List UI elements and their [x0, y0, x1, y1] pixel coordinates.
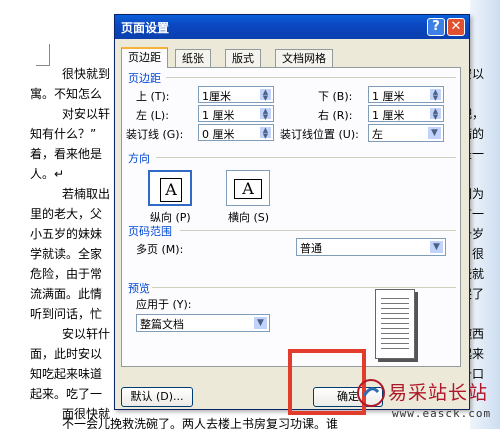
landscape-label[interactable]: 横向 (S) — [228, 209, 269, 225]
spin-arrows-icon[interactable]: ▲ ▼ — [429, 88, 442, 102]
close-icon: ✕ — [450, 19, 462, 34]
left-margin-label: 左 (L): — [136, 109, 169, 122]
multiple-pages-value: 普通 — [300, 242, 322, 255]
help-icon: ? — [432, 19, 440, 34]
spin-arrows-icon[interactable]: ▲ ▼ — [259, 107, 272, 121]
default-button[interactable]: 默认 (D)... — [121, 387, 193, 407]
landscape-page-icon: A — [234, 179, 262, 199]
tab-margins[interactable]: 页边距 — [121, 47, 168, 68]
top-margin-field[interactable]: 1厘米 ▲ ▼ — [198, 86, 274, 103]
apply-to-label: 应用于 (Y): — [136, 298, 192, 311]
preview-section-label: 预览 — [128, 282, 150, 295]
bottom-margin-field[interactable]: 1 厘米 ▲ ▼ — [368, 86, 444, 103]
dialog-title: 页面设置 — [121, 21, 170, 35]
gutter-label: 装订线 (G): — [126, 128, 184, 141]
apply-to-value: 整篇文档 — [140, 318, 184, 331]
margin-corner-mark — [36, 44, 50, 66]
watermark-url: www.easck.com — [392, 407, 492, 420]
gutter-position-value: 左 — [372, 128, 383, 141]
help-button[interactable]: ? — [427, 18, 445, 36]
bottom-margin-label: 下 (B): — [318, 90, 353, 103]
orientation-section-label: 方向 — [128, 152, 150, 165]
bottom-margin-value: 1 厘米 — [372, 90, 405, 103]
top-margin-label: 上 (T): — [136, 90, 170, 103]
chevron-down-icon[interactable]: ▼ — [253, 316, 268, 330]
multiple-pages-select[interactable]: 普通 ▼ — [296, 238, 446, 256]
gutter-position-select[interactable]: 左 ▼ — [368, 124, 444, 142]
tab-doc-grid[interactable]: 文档网格 — [275, 49, 333, 67]
orientation-divider — [156, 157, 456, 158]
gutter-value: 0 厘米 — [202, 128, 235, 141]
spin-arrows-icon[interactable]: ▲ ▼ — [259, 126, 272, 140]
tab-paper[interactable]: 纸张 — [175, 49, 211, 67]
spin-arrows-icon[interactable]: ▲ ▼ — [429, 107, 442, 121]
page-preview-image — [375, 289, 415, 359]
right-margin-value: 1 厘米 — [372, 109, 405, 122]
right-margin-label: 右 (R): — [318, 109, 353, 122]
preview-divider — [152, 287, 456, 288]
margins-divider — [166, 77, 456, 78]
watermark-text: 易采站长站 — [388, 382, 489, 404]
pages-divider — [180, 230, 456, 231]
spin-arrows-icon[interactable]: ▲ ▼ — [259, 88, 272, 102]
gutter-field[interactable]: 0 厘米 ▲ ▼ — [198, 124, 274, 141]
left-margin-field[interactable]: 1 厘米 ▲ ▼ — [198, 105, 274, 122]
multiple-pages-label: 多页 (M): — [136, 243, 184, 256]
site-watermark: 易采站长站 www.easck.com — [352, 374, 500, 429]
portrait-page-icon: A — [160, 178, 182, 202]
right-margin-field[interactable]: 1 厘米 ▲ ▼ — [368, 105, 444, 122]
chevron-down-icon[interactable]: ▼ — [429, 240, 444, 254]
apply-to-select[interactable]: 整篇文档 ▼ — [136, 314, 270, 332]
portrait-option[interactable]: A — [148, 170, 192, 206]
tab-layout[interactable]: 版式 — [225, 49, 261, 67]
dialog-titlebar[interactable]: 页面设置 ? ✕ — [115, 15, 469, 39]
top-margin-value: 1厘米 — [202, 90, 231, 103]
gutter-position-label: 装订线位置 (U): — [280, 128, 359, 141]
margins-section-label: 页边距 — [128, 72, 161, 85]
chevron-down-icon[interactable]: ▼ — [427, 126, 442, 140]
left-margin-value: 1 厘米 — [202, 109, 235, 122]
close-button[interactable]: ✕ — [447, 18, 465, 36]
site-logo-icon — [357, 379, 385, 407]
pages-section-label: 页码范围 — [128, 225, 172, 238]
landscape-option[interactable]: A — [226, 170, 270, 206]
